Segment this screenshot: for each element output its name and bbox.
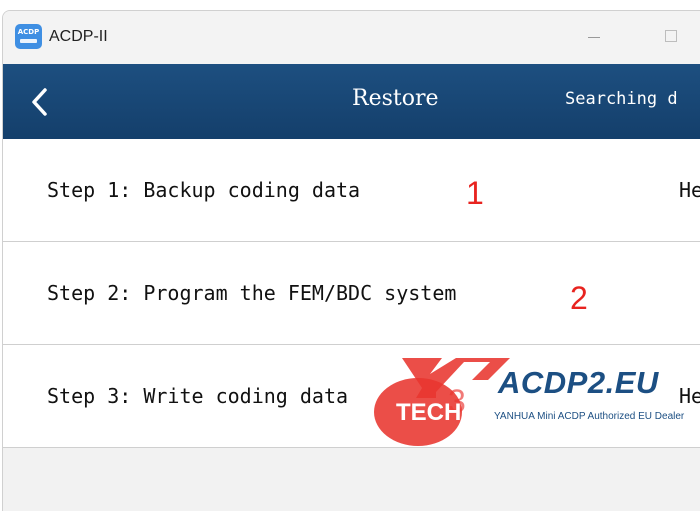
app-window: ACDP ACDP-II Restore Searching d Step 1:… — [2, 10, 700, 511]
step-1-row[interactable]: Step 1: Backup coding data He — [3, 139, 700, 242]
window-title: ACDP-II — [49, 28, 108, 45]
step-list: Step 1: Backup coding data He Step 2: Pr… — [3, 139, 700, 448]
nav-bar: Restore Searching d — [3, 64, 700, 139]
step-2-row[interactable]: Step 2: Program the FEM/BDC system — [3, 242, 700, 345]
title-bar: ACDP ACDP-II — [3, 11, 700, 64]
step-2-label: Step 2: Program the FEM/BDC system — [47, 281, 457, 305]
app-logo-icon: ACDP — [15, 24, 42, 49]
footer-area — [3, 448, 700, 511]
step-1-help-link[interactable]: He — [679, 178, 700, 202]
back-button[interactable] — [25, 86, 55, 118]
app-icon-text: ACDP — [17, 28, 40, 36]
step-3-help-link[interactable]: He — [679, 384, 700, 408]
step-1-label: Step 1: Backup coding data — [47, 178, 361, 202]
annotation-number-1: 1 — [466, 175, 484, 211]
maximize-icon[interactable] — [665, 30, 677, 42]
annotation-number-2: 2 — [570, 280, 588, 316]
page-title: Restore — [352, 86, 439, 111]
minimize-icon[interactable] — [588, 37, 600, 38]
step-3-label: Step 3: Write coding data — [47, 384, 349, 408]
chevron-left-icon — [32, 88, 47, 116]
annotation-number-3: 3 — [448, 383, 466, 419]
step-3-row[interactable]: Step 3: Write coding data He — [3, 345, 700, 448]
search-status: Searching d — [565, 89, 678, 109]
